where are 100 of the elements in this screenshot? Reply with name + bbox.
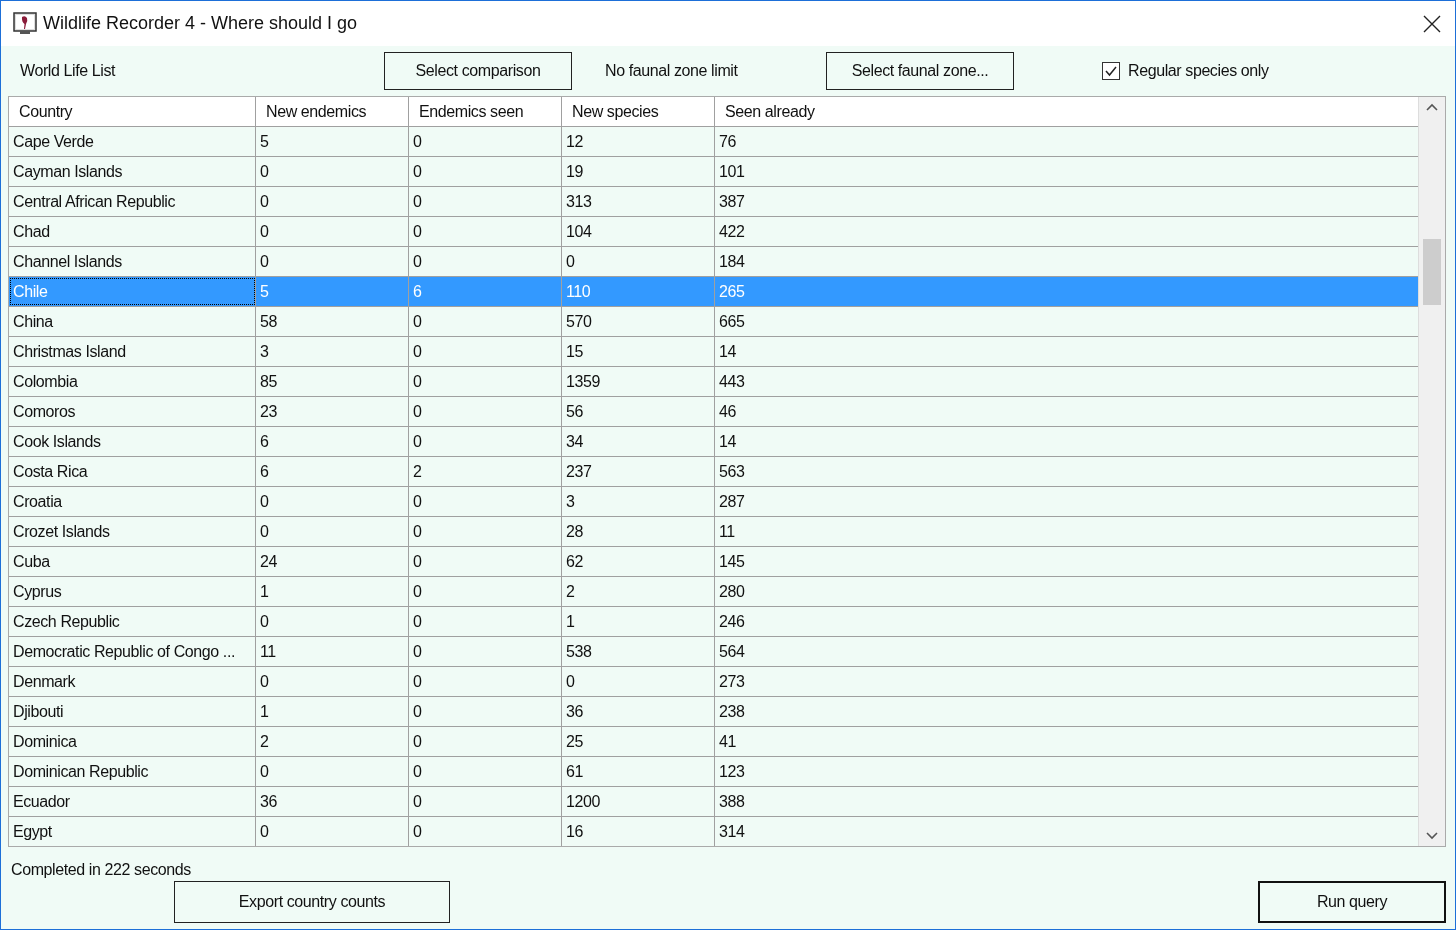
table-cell: Cyprus	[9, 577, 256, 606]
table-cell: Cuba	[9, 547, 256, 576]
table-row[interactable]: Czech Republic 0 0 1 246	[9, 607, 1418, 637]
table-cell: 0	[256, 247, 409, 276]
table-cell: 2	[256, 727, 409, 756]
table-row[interactable]: Ecuador 36 0 1200 388	[9, 787, 1418, 817]
close-icon[interactable]	[1423, 14, 1441, 33]
table-cell: 0	[409, 337, 562, 366]
table-row[interactable]: Costa Rica 6 2 237 563	[9, 457, 1418, 487]
bird-monitor-icon	[13, 11, 37, 36]
table-cell: Cape Verde	[9, 127, 256, 156]
table-cell-text: 443	[718, 371, 746, 392]
table-cell: Christmas Island	[9, 337, 256, 366]
table-cell: Costa Rica	[9, 457, 256, 486]
table-cell-text: 246	[718, 611, 746, 632]
table-cell: 0	[409, 307, 562, 336]
table-cell: 0	[409, 127, 562, 156]
table-cell: 24	[256, 547, 409, 576]
select-comparison-button[interactable]: Select comparison	[384, 52, 572, 90]
table-cell: 0	[256, 187, 409, 216]
table-cell: Colombia	[9, 367, 256, 396]
table-cell: Chile	[9, 277, 256, 306]
table-cell: 0	[562, 667, 715, 696]
column-header[interactable]: New species	[562, 97, 715, 126]
table-cell: 0	[409, 547, 562, 576]
table-cell-text: 422	[718, 221, 746, 242]
table-cell: 62	[562, 547, 715, 576]
table-cell: 0	[256, 817, 409, 846]
table-cell-text: 387	[718, 191, 746, 212]
table-cell: 0	[409, 577, 562, 606]
table-row[interactable]: Denmark 0 0 0 273	[9, 667, 1418, 697]
table-cell: Comoros	[9, 397, 256, 426]
table-cell-text: 101	[718, 161, 746, 182]
list-name-label: World Life List	[20, 62, 117, 80]
scroll-down-icon[interactable]	[1426, 832, 1438, 840]
table-cell: 28	[562, 517, 715, 546]
table-cell: 36	[562, 697, 715, 726]
table-row[interactable]: Dominican Republic 0 0 61 123	[9, 757, 1418, 787]
table-cell: 538	[562, 637, 715, 666]
table-row[interactable]: Cook Islands 6 0 34 14	[9, 427, 1418, 457]
table-row[interactable]: Comoros 23 0 56 46	[9, 397, 1418, 427]
run-query-button[interactable]: Run query	[1258, 881, 1446, 923]
select-faunal-zone-button[interactable]: Select faunal zone...	[826, 52, 1014, 90]
table-row[interactable]: Crozet Islands 0 0 28 11	[9, 517, 1418, 547]
table-cell: 6	[256, 457, 409, 486]
table-cell: 5	[256, 277, 409, 306]
window-title: Wildlife Recorder 4 - Where should I go	[43, 13, 358, 34]
table-cell: 1	[256, 577, 409, 606]
table-cell: 570	[562, 307, 715, 336]
table-cell-text: 184	[718, 251, 746, 272]
table-cell-text: 46	[718, 401, 737, 422]
table-row[interactable]: Chad 0 0 104 422	[9, 217, 1418, 247]
scroll-thumb[interactable]	[1423, 239, 1441, 305]
export-button[interactable]: Export country counts	[174, 881, 450, 923]
table-cell: 2	[409, 457, 562, 486]
table-row[interactable]: Cuba 24 0 62 145	[9, 547, 1418, 577]
table-cell: 19	[562, 157, 715, 186]
table-cell: 1	[256, 697, 409, 726]
table-cell: 0	[256, 487, 409, 516]
vertical-scrollbar[interactable]	[1418, 97, 1445, 846]
table-cell: Ecuador	[9, 787, 256, 816]
table-cell: 1200	[562, 787, 715, 816]
table-row[interactable]: Dominica 2 0 25 41	[9, 727, 1418, 757]
table-cell: 6	[409, 277, 562, 306]
table-cell: China	[9, 307, 256, 336]
table-cell-text: 265	[718, 281, 746, 302]
table-cell: 3	[256, 337, 409, 366]
table-row[interactable]: Colombia 85 0 1359 443	[9, 367, 1418, 397]
table-cell: 0	[256, 667, 409, 696]
table-row[interactable]: Croatia 0 0 3 287	[9, 487, 1418, 517]
table-row[interactable]: Christmas Island 3 0 15 14	[9, 337, 1418, 367]
table-cell: 0	[409, 757, 562, 786]
table-row[interactable]: Djibouti 1 0 36 238	[9, 697, 1418, 727]
table-cell-text: 76	[718, 131, 737, 152]
table-row[interactable]: Cape Verde 5 0 12 76	[9, 127, 1418, 157]
table-cell: 25	[562, 727, 715, 756]
table-cell-text: 280	[718, 581, 746, 602]
scroll-up-icon[interactable]	[1426, 103, 1438, 111]
table-cell: 0	[409, 727, 562, 756]
table-cell-text: 287	[718, 491, 746, 512]
table-cell: 313	[562, 187, 715, 216]
column-header[interactable]: New endemics	[256, 97, 409, 126]
table-row[interactable]: Democratic Republic of Congo ... 11 0 538 564	[9, 637, 1418, 667]
table-cell: 15	[562, 337, 715, 366]
table-cell: 1359	[562, 367, 715, 396]
table-cell-text: 273	[718, 671, 746, 692]
table-cell: 104	[562, 217, 715, 246]
table-row[interactable]: Cayman Islands 0 0 19 101	[9, 157, 1418, 187]
table-row[interactable]: Central African Republic 0 0 313 387	[9, 187, 1418, 217]
regular-species-checkbox[interactable]	[1102, 62, 1120, 80]
table-cell: Djibouti	[9, 697, 256, 726]
table-cell-text: 123	[718, 761, 746, 782]
table-cell: 34	[562, 427, 715, 456]
column-header[interactable]: Seen already	[715, 97, 1418, 126]
column-header[interactable]: Endemics seen	[409, 97, 562, 126]
table-row[interactable]: China 58 0 570 665	[9, 307, 1418, 337]
table-cell: Channel Islands	[9, 247, 256, 276]
table-row[interactable]: Cyprus 1 0 2 280	[9, 577, 1418, 607]
table-cell: 0	[409, 817, 562, 846]
column-header[interactable]: Country	[9, 97, 256, 126]
